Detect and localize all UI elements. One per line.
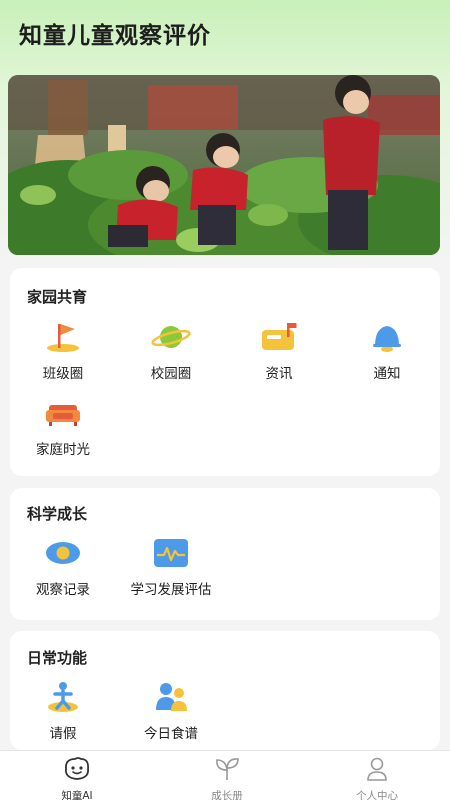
- tab-personal-center[interactable]: 个人中心: [332, 756, 422, 800]
- page-title: 知童儿童观察评价: [19, 23, 211, 49]
- notice-button[interactable]: 通知: [332, 320, 442, 382]
- section-title-daily: 日常功能: [27, 649, 88, 667]
- planet-icon: [151, 320, 191, 354]
- person-leave-icon: [43, 680, 83, 714]
- bell-icon: [367, 320, 407, 354]
- eye-icon: [43, 536, 83, 570]
- campus-circle-button[interactable]: 校园圈: [116, 320, 226, 382]
- flag-icon: [43, 320, 83, 354]
- kid-face-icon: [62, 756, 92, 786]
- sofa-icon: [43, 396, 83, 430]
- mailbox-icon: [259, 320, 299, 354]
- section-title-growth: 科学成长: [27, 505, 88, 523]
- user-icon: [362, 756, 392, 786]
- family-time-button[interactable]: 家庭时光: [8, 396, 118, 458]
- class-circle-button[interactable]: 班级圈: [8, 320, 118, 382]
- section-title-home-school: 家园共育: [27, 288, 88, 306]
- growth-card: 科学成长 观察记录 学习发展评估: [10, 488, 440, 620]
- tab-zhitong-ai[interactable]: 知童AI: [32, 756, 122, 800]
- todays-menu-button[interactable]: 今日食谱: [116, 680, 226, 742]
- chart-monitor-icon: [151, 536, 191, 570]
- daily-card: 日常功能 请假 今日食谱: [10, 631, 440, 750]
- observation-record-button[interactable]: 观察记录: [8, 536, 118, 598]
- leave-request-button[interactable]: 请假: [8, 680, 118, 742]
- sprout-icon: [212, 756, 242, 786]
- home-school-card: 家园共育 班级圈 校园圈 资讯 通知 家庭时光: [10, 268, 440, 476]
- bottom-tab-bar: 知童AI 成长册 个人中心: [0, 750, 450, 800]
- banner-image[interactable]: [8, 75, 440, 255]
- news-button[interactable]: 资讯: [224, 320, 334, 382]
- meal-people-icon: [151, 680, 191, 714]
- tab-growth-album[interactable]: 成长册: [182, 756, 272, 800]
- development-assessment-button[interactable]: 学习发展评估: [116, 536, 226, 598]
